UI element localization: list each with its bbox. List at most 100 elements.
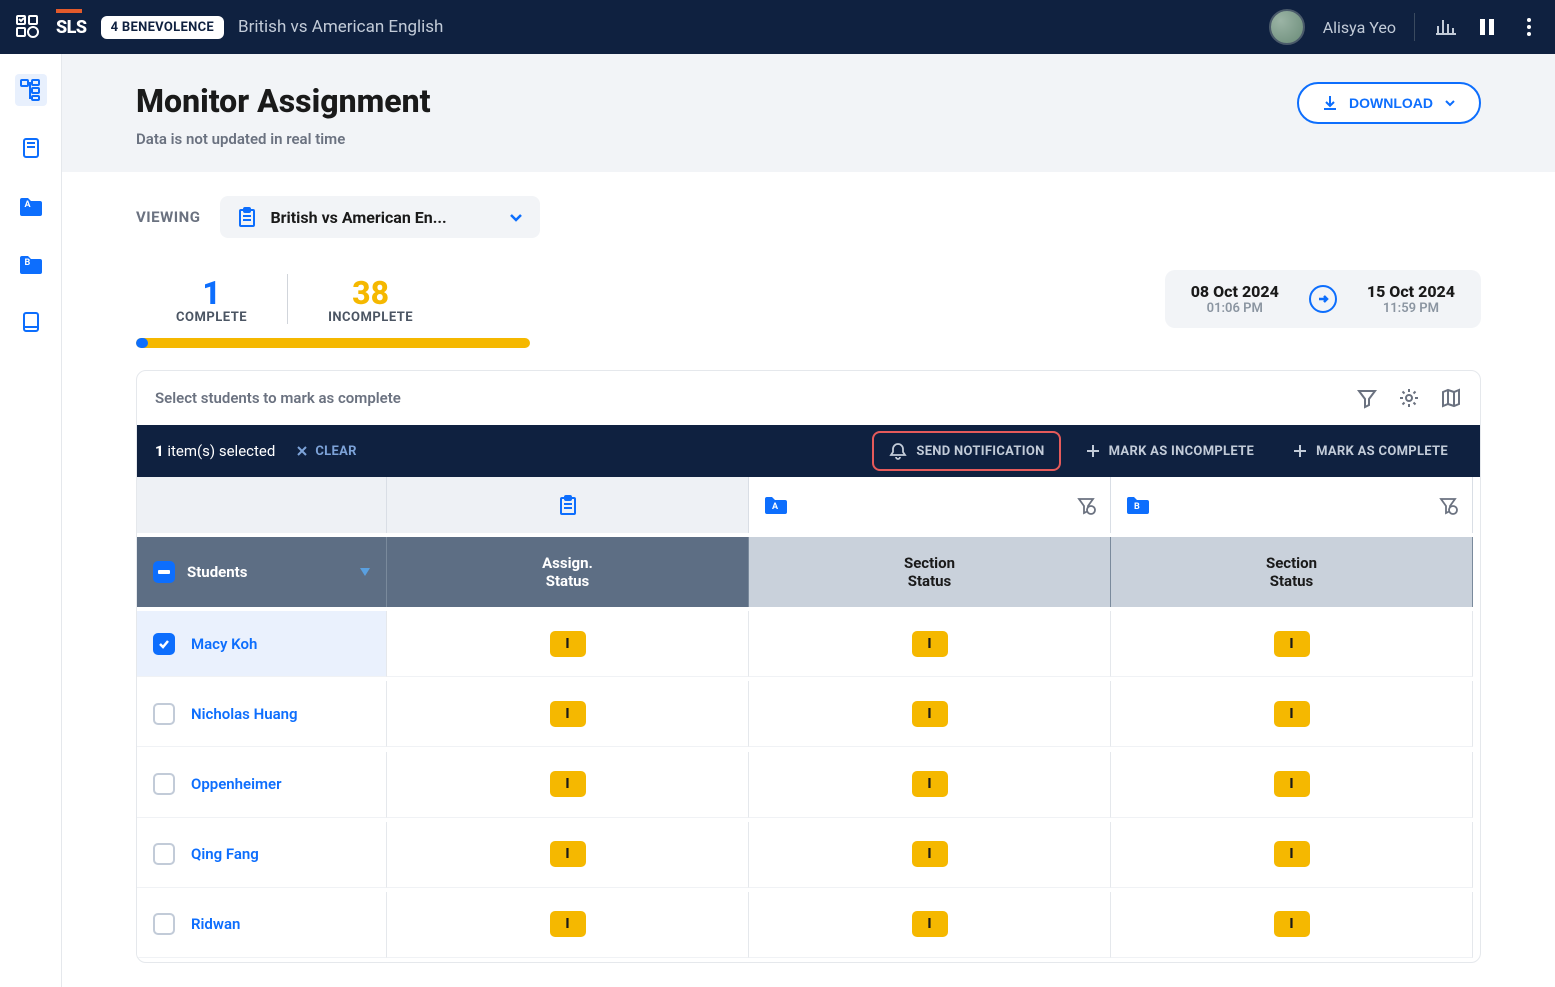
table-row-name[interactable]: Ridwan <box>137 892 387 958</box>
status-badge: I <box>912 841 948 867</box>
pause-icon[interactable] <box>1475 15 1499 39</box>
status-cell: I <box>1111 681 1473 747</box>
viewing-value: British vs American En... <box>270 208 496 227</box>
table-row-name[interactable]: Nicholas Huang <box>137 681 387 747</box>
plus-icon <box>1085 443 1101 459</box>
status-badge: I <box>1274 771 1310 797</box>
mark-complete-button[interactable]: MARK AS COMPLETE <box>1278 431 1462 471</box>
complete-count: 1 <box>176 274 247 312</box>
sidebar-item-folder-a[interactable]: A <box>15 190 47 222</box>
table-hint-row: Select students to mark as complete <box>137 371 1480 425</box>
bell-icon <box>888 441 908 461</box>
filter-icon[interactable] <box>1438 495 1458 515</box>
send-notification-label: SEND NOTIFICATION <box>916 444 1044 459</box>
clipboard-icon <box>236 206 258 228</box>
col-students[interactable]: Students <box>137 537 387 607</box>
row-checkbox[interactable] <box>153 843 175 865</box>
download-icon <box>1321 94 1339 112</box>
clear-button[interactable]: CLEAR <box>295 444 356 459</box>
status-cell: I <box>1111 611 1473 677</box>
sidebar-item-tree[interactable] <box>15 74 47 106</box>
map-icon[interactable] <box>1440 387 1462 409</box>
page-title: Monitor Assignment <box>136 82 431 120</box>
username: Alisya Yeo <box>1323 18 1396 37</box>
sidebar-item-notebook[interactable] <box>15 306 47 338</box>
end-date-col: 15 Oct 2024 11:59 PM <box>1367 282 1455 316</box>
selection-count: 1 item(s) selected <box>155 442 275 460</box>
app-grid-icon[interactable] <box>14 13 42 41</box>
dates-box: 08 Oct 2024 01:06 PM 15 Oct 2024 11:59 P… <box>1165 270 1481 328</box>
table: Select students to mark as complete <box>136 370 1481 963</box>
status-badge: I <box>1274 911 1310 937</box>
progress-bar <box>136 338 530 348</box>
complete-label: COMPLETE <box>176 310 247 325</box>
start-date: 08 Oct 2024 <box>1191 282 1279 301</box>
status-cell: I <box>1111 892 1473 958</box>
sidebar: A B <box>0 54 62 987</box>
avatar[interactable] <box>1269 9 1305 45</box>
status-badge: I <box>1274 631 1310 657</box>
gear-icon[interactable] <box>1398 387 1420 409</box>
topbar: SLS 4 BENEVOLENCE British vs American En… <box>0 0 1555 54</box>
send-notification-button[interactable]: SEND NOTIFICATION <box>872 431 1060 471</box>
start-time: 01:06 PM <box>1191 301 1279 316</box>
table-row-name[interactable]: Qing Fang <box>137 822 387 888</box>
student-link[interactable]: Nicholas Huang <box>191 705 298 723</box>
table-hint: Select students to mark as complete <box>155 389 401 407</box>
status-cell: I <box>387 681 749 747</box>
student-link[interactable]: Macy Koh <box>191 635 257 653</box>
incomplete-count: 38 <box>328 274 413 312</box>
start-date-col: 08 Oct 2024 01:06 PM <box>1191 282 1279 316</box>
end-time: 11:59 PM <box>1367 301 1455 316</box>
download-label: DOWNLOAD <box>1349 95 1433 111</box>
close-icon <box>295 444 309 458</box>
status-badge: I <box>550 911 586 937</box>
mark-incomplete-label: MARK AS INCOMPLETE <box>1109 444 1254 459</box>
grid-header-assign <box>387 477 749 533</box>
stat-complete: 1 COMPLETE <box>136 274 287 325</box>
kebab-menu-icon[interactable] <box>1517 15 1541 39</box>
status-cell: I <box>387 752 749 818</box>
row-checkbox[interactable] <box>153 913 175 935</box>
plus-icon <box>1292 443 1308 459</box>
row-checkbox[interactable] <box>153 773 175 795</box>
status-cell: I <box>387 892 749 958</box>
date-arrow-icon <box>1309 285 1337 313</box>
status-cell: I <box>749 752 1111 818</box>
status-cell: I <box>749 822 1111 888</box>
filter-icon[interactable] <box>1356 387 1378 409</box>
student-link[interactable]: Qing Fang <box>191 845 259 863</box>
grid-header-section-a: A <box>749 477 1111 533</box>
status-badge: I <box>550 631 586 657</box>
grid: A B <box>137 477 1480 962</box>
chevron-down-icon <box>508 209 524 225</box>
sort-icon[interactable] <box>360 568 370 576</box>
status-cell: I <box>387 822 749 888</box>
sls-logo[interactable]: SLS <box>56 17 87 38</box>
download-button[interactable]: DOWNLOAD <box>1297 82 1481 124</box>
status-cell: I <box>387 611 749 677</box>
sidebar-item-book[interactable] <box>15 132 47 164</box>
col-section-a-status: SectionStatus <box>749 537 1111 607</box>
filter-icon[interactable] <box>1076 495 1096 515</box>
mark-incomplete-button[interactable]: MARK AS INCOMPLETE <box>1071 431 1268 471</box>
status-badge: I <box>912 911 948 937</box>
stats-icon[interactable] <box>1433 15 1457 39</box>
viewing-select[interactable]: British vs American En... <box>220 196 540 238</box>
hero: Monitor Assignment Data is not updated i… <box>62 54 1555 172</box>
table-row-name[interactable]: Oppenheimer <box>137 752 387 818</box>
row-checkbox[interactable] <box>153 633 175 655</box>
viewing-label: VIEWING <box>136 208 200 226</box>
status-badge: I <box>912 631 948 657</box>
student-link[interactable]: Oppenheimer <box>191 775 282 793</box>
clear-label: CLEAR <box>315 444 356 459</box>
status-badge: I <box>550 771 586 797</box>
status-cell: I <box>749 681 1111 747</box>
student-link[interactable]: Ridwan <box>191 915 240 933</box>
class-badge[interactable]: 4 BENEVOLENCE <box>101 16 224 39</box>
status-badge: I <box>1274 701 1310 727</box>
table-row-name[interactable]: Macy Koh <box>137 611 387 677</box>
row-checkbox[interactable] <box>153 703 175 725</box>
checkbox-indeterminate[interactable] <box>153 561 175 583</box>
sidebar-item-folder-b[interactable]: B <box>15 248 47 280</box>
